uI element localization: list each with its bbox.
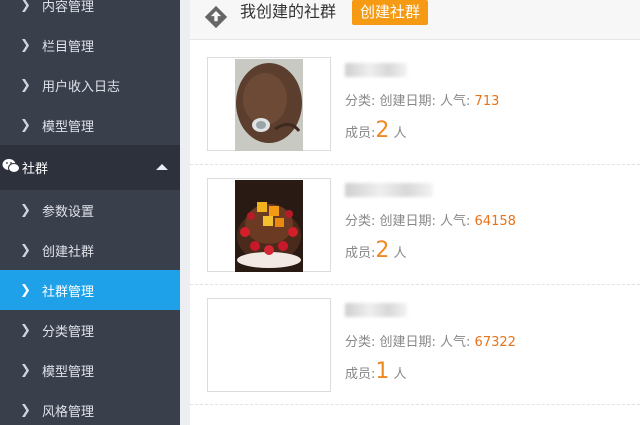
community-members: 成员:2 人 xyxy=(345,118,407,143)
sidebar-item-create-community[interactable]: ❯ 创建社群 xyxy=(0,230,180,270)
create-community-button[interactable]: 创建社群 xyxy=(352,0,429,25)
sidebar-item-label: 栏目管理 xyxy=(42,39,95,55)
sidebar-item-label: 模型管理 xyxy=(42,119,95,135)
chevron-right-icon: ❯ xyxy=(20,77,31,93)
sidebar-divider xyxy=(180,0,190,425)
community-thumbnail[interactable] xyxy=(207,57,331,151)
sidebar-item-label: 风格管理 xyxy=(42,404,95,420)
sidebar-item-settings[interactable]: ❯ 参数设置 xyxy=(0,190,180,230)
community-thumbnail[interactable] xyxy=(207,178,331,272)
wechat-icon xyxy=(0,158,22,178)
community-meta: 分类: 创建日期: 人气: 67322 xyxy=(345,335,516,350)
diamond-logo-icon xyxy=(204,5,228,29)
page-header: 我创建的社群 创建社群 xyxy=(190,0,640,40)
sidebar-item-category[interactable]: ❯ 分类管理 xyxy=(0,310,180,350)
community-name-blurred xyxy=(345,183,433,197)
community-card[interactable]: 分类: 创建日期: 人气: 64158 成员:2 人 xyxy=(190,165,640,285)
caret-up-icon xyxy=(156,164,168,170)
sidebar-item-label: 内容管理 xyxy=(42,0,95,15)
sidebar-item-label: 用户收入日志 xyxy=(42,79,121,95)
community-name-blurred xyxy=(345,303,407,317)
chevron-right-icon: ❯ xyxy=(20,282,31,298)
sidebar-item-income-log[interactable]: ❯ 用户收入日志 xyxy=(0,65,180,105)
members-count: 2 xyxy=(375,238,390,263)
members-count: 2 xyxy=(375,118,390,143)
community-card[interactable]: 分类: 创建日期: 人气: 713 成员:2 人 xyxy=(190,45,640,165)
sidebar: ❯ 内容管理 ❯ 栏目管理 ❯ 用户收入日志 ❯ 模型管理 社群 ❯ 参数设置 … xyxy=(0,0,180,425)
chevron-right-icon: ❯ xyxy=(20,0,31,13)
members-count: 1 xyxy=(375,359,390,384)
community-name-blurred xyxy=(345,63,407,77)
community-card[interactable]: 分类: 创建日期: 人气: 67322 成员:1 人 xyxy=(190,285,640,405)
sidebar-item-label: 模型管理 xyxy=(42,364,95,380)
fruit-cake-image xyxy=(235,180,303,272)
sidebar-item-label: 创建社群 xyxy=(42,244,95,260)
sidebar-item-label: 分类管理 xyxy=(42,324,95,340)
community-members: 成员:2 人 xyxy=(345,238,407,263)
sidebar-item-models[interactable]: ❯ 模型管理 xyxy=(0,105,180,145)
sidebar-item-community-manage[interactable]: ❯ 社群管理 xyxy=(0,270,180,310)
community-meta: 分类: 创建日期: 人气: 64158 xyxy=(345,214,516,229)
chevron-right-icon: ❯ xyxy=(20,242,31,258)
page-title: 我创建的社群 xyxy=(240,2,337,21)
sidebar-item-style[interactable]: ❯ 风格管理 xyxy=(0,390,180,425)
chevron-right-icon: ❯ xyxy=(20,322,31,338)
main-content: 我创建的社群 创建社群 分类: 创建日期: 人气: 713 成员:2 人 分类:… xyxy=(190,0,640,425)
sidebar-group-label: 社群 xyxy=(22,162,49,177)
chevron-right-icon: ❯ xyxy=(20,362,31,378)
sidebar-item-label: 参数设置 xyxy=(42,204,95,220)
sidebar-item-label: 社群管理 xyxy=(42,284,95,300)
cocoa-powder-image xyxy=(235,59,303,151)
sidebar-item-columns[interactable]: ❯ 栏目管理 xyxy=(0,25,180,65)
sidebar-item-model-manage[interactable]: ❯ 模型管理 xyxy=(0,350,180,390)
chevron-right-icon: ❯ xyxy=(20,202,31,218)
community-meta: 分类: 创建日期: 人气: 713 xyxy=(345,94,500,109)
community-thumbnail-empty[interactable] xyxy=(207,298,331,392)
chevron-right-icon: ❯ xyxy=(20,402,31,418)
chevron-right-icon: ❯ xyxy=(20,117,31,133)
sidebar-item-content[interactable]: ❯ 内容管理 xyxy=(0,0,180,25)
popularity-value: 64158 xyxy=(474,214,516,229)
popularity-value: 67322 xyxy=(474,335,516,350)
community-members: 成员:1 人 xyxy=(345,359,407,384)
popularity-value: 713 xyxy=(474,94,500,109)
chevron-right-icon: ❯ xyxy=(20,37,31,53)
sidebar-group-community[interactable]: 社群 xyxy=(0,145,180,190)
